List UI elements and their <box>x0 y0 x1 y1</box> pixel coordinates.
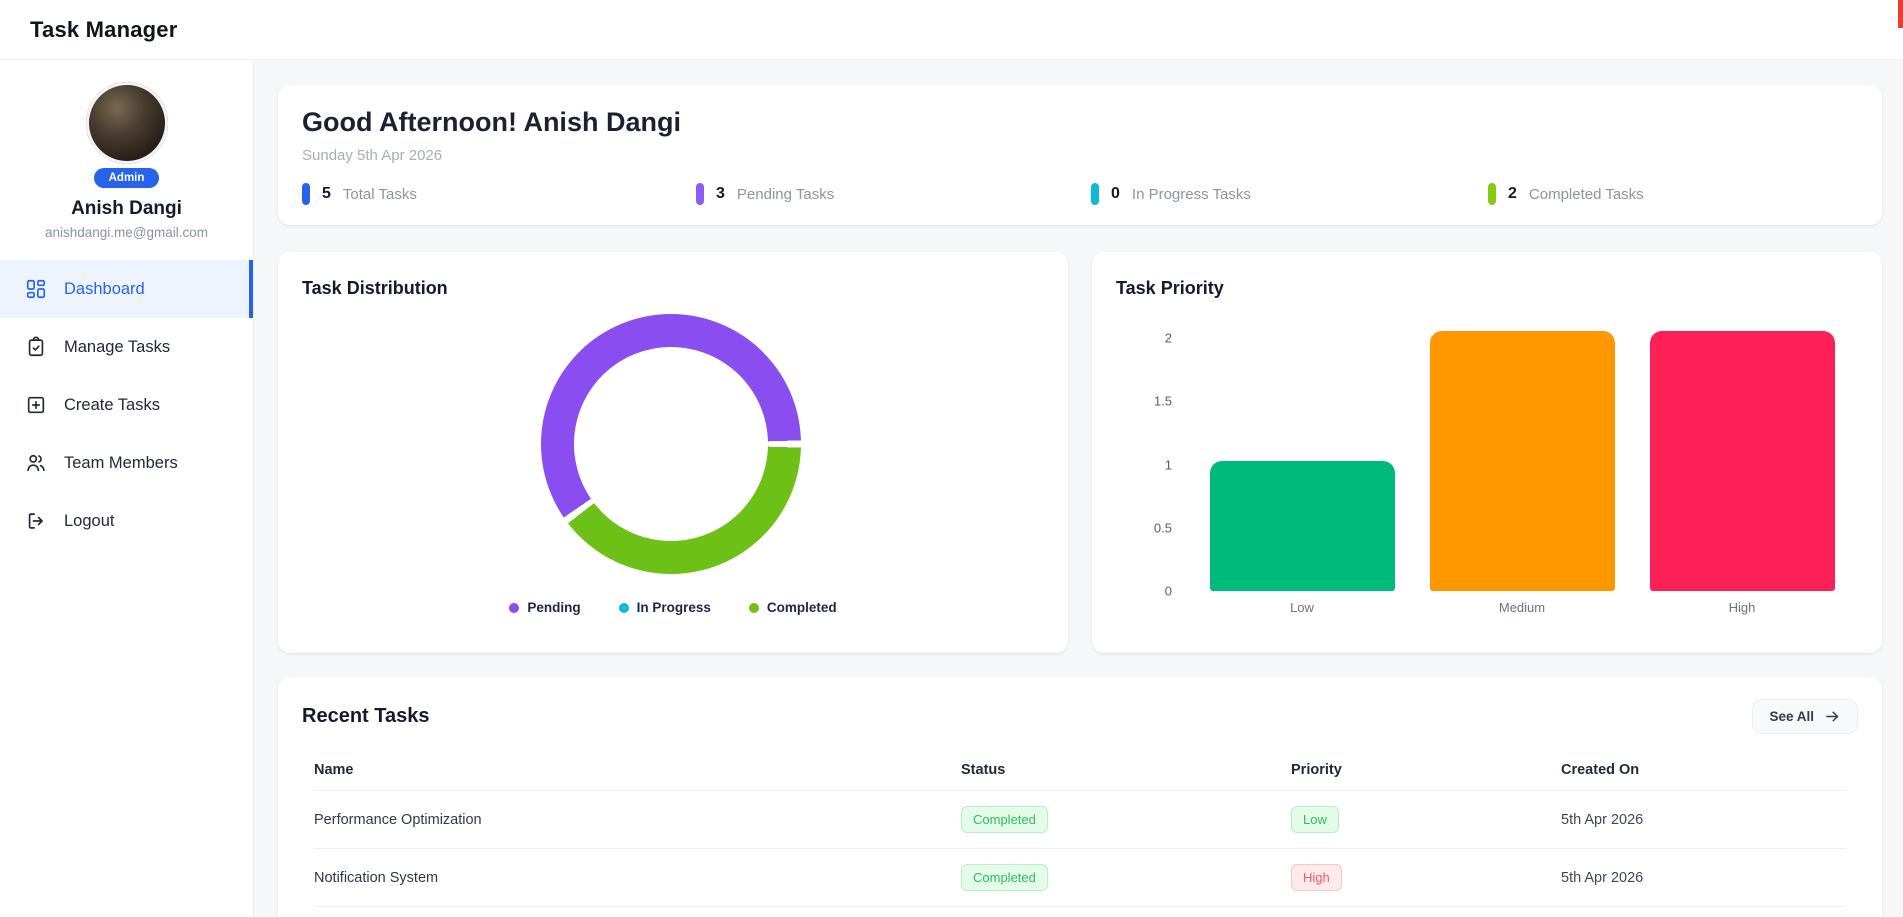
table-header-row: NameStatusPriorityCreated On <box>314 749 1846 791</box>
stat-label: Total Tasks <box>343 186 417 203</box>
sidebar-item-logout[interactable]: Logout <box>0 492 253 550</box>
recent-tasks-card: Recent Tasks See All NameStatusPriorityC… <box>278 677 1882 917</box>
scrollbar-thumb[interactable] <box>1898 0 1903 28</box>
stat-completed-tasks: 2 Completed Tasks <box>1488 183 1644 205</box>
stat-pending-tasks: 3 Pending Tasks <box>696 183 834 205</box>
profile-section: Admin Anish Dangi anishdangi.me@gmail.co… <box>0 60 253 240</box>
status-badge: Completed <box>961 864 1048 891</box>
sidebar-item-team-members[interactable]: Team Members <box>0 434 253 492</box>
task-name: Performance Optimization <box>314 812 961 828</box>
plus-square-icon <box>25 394 47 416</box>
priority-badge: High <box>1291 864 1342 891</box>
priority-title: Task Priority <box>1116 278 1224 299</box>
table-row[interactable]: Notification SystemCompleted High 5th Apr … <box>314 849 1846 907</box>
priority-badge: Low <box>1291 806 1339 833</box>
sidebar-item-create-tasks[interactable]: Create Tasks <box>0 376 253 434</box>
clipboard-check-icon <box>25 336 47 358</box>
role-badge: Admin <box>94 168 160 188</box>
task-status-cell: Completed <box>961 806 1291 833</box>
stat-label: Pending Tasks <box>737 186 834 203</box>
sidebar-item-label: Create Tasks <box>64 396 160 415</box>
column-header-created-on: Created On <box>1561 762 1846 778</box>
logout-icon <box>25 510 47 532</box>
stat-label: Completed Tasks <box>1529 186 1644 203</box>
see-all-button[interactable]: See All <box>1752 699 1858 734</box>
legend-dot <box>619 603 629 613</box>
stat-value: 5 <box>322 185 331 203</box>
app-header: Task Manager <box>0 0 1903 60</box>
stat-color-pill <box>1488 183 1496 205</box>
recent-tasks-header: Recent Tasks See All <box>302 699 1858 733</box>
y-axis-tick: 0 <box>1110 584 1172 599</box>
bar-medium <box>1430 331 1615 591</box>
bar-high <box>1650 331 1835 591</box>
task-priority-cell: High <box>1291 864 1561 891</box>
legend-label: In Progress <box>637 600 711 615</box>
status-badge: Completed <box>961 806 1048 833</box>
chart-legend: Pending In Progress Completed <box>278 600 1068 615</box>
donut-hole <box>574 347 768 541</box>
stat-color-pill <box>696 183 704 205</box>
greeting-date: Sunday 5th Apr 2026 <box>302 147 442 164</box>
column-header-priority: Priority <box>1291 762 1561 778</box>
user-email: anishdangi.me@gmail.com <box>0 225 253 240</box>
task-priority-cell: Low <box>1291 806 1561 833</box>
task-status-cell: Completed <box>961 864 1291 891</box>
stat-label: In Progress Tasks <box>1132 186 1251 203</box>
y-axis-tick: 2 <box>1110 331 1172 346</box>
user-name: Anish Dangi <box>0 198 253 220</box>
x-axis-label: Low <box>1192 600 1412 615</box>
legend-label: Pending <box>527 600 580 615</box>
stat-value: 2 <box>1508 185 1517 203</box>
legend-dot <box>749 603 759 613</box>
recent-tasks-title: Recent Tasks <box>302 705 429 728</box>
column-header-name: Name <box>314 762 961 778</box>
dashboard-icon <box>25 278 47 300</box>
table-row[interactable]: Performance OptimizationCompleted Low 5th … <box>314 791 1846 849</box>
legend-item-completed[interactable]: Completed <box>749 600 837 615</box>
see-all-label: See All <box>1769 709 1814 724</box>
stat-value: 3 <box>716 185 725 203</box>
task-created-on: 5th Apr 2026 <box>1561 812 1846 828</box>
stat-color-pill <box>1091 183 1099 205</box>
distribution-title: Task Distribution <box>302 278 448 299</box>
sidebar-item-label: Dashboard <box>64 280 145 299</box>
sidebar-item-label: Manage Tasks <box>64 338 170 357</box>
y-axis-tick: 1 <box>1110 457 1172 472</box>
legend-item-pending[interactable]: Pending <box>509 600 580 615</box>
x-axis-label: High <box>1632 600 1852 615</box>
legend-dot <box>509 603 519 613</box>
bar-low <box>1210 461 1395 591</box>
sidebar-item-label: Team Members <box>64 454 178 473</box>
sidebar-item-label: Logout <box>64 512 114 531</box>
column-header-status: Status <box>961 762 1291 778</box>
sidebar-nav: Dashboard Manage Tasks Create Tasks Team Me… <box>0 260 253 550</box>
y-axis-tick: 0.5 <box>1110 520 1172 535</box>
main-content: Good Afternoon! Anish Dangi Sunday 5th A… <box>254 60 1903 917</box>
distribution-donut-chart <box>541 314 801 574</box>
task-priority-card: Task Priority 0 0.5 1 1.5 2 LowMediumHigh <box>1092 252 1882 653</box>
stat-in-progress-tasks: 0 In Progress Tasks <box>1091 183 1251 205</box>
x-axis-label: Medium <box>1412 600 1632 615</box>
arrow-right-icon <box>1824 708 1841 725</box>
greeting-title: Good Afternoon! Anish Dangi <box>302 107 681 138</box>
users-icon <box>25 452 47 474</box>
greeting-card: Good Afternoon! Anish Dangi Sunday 5th A… <box>278 85 1882 225</box>
stat-value: 0 <box>1111 185 1120 203</box>
sidebar: Admin Anish Dangi anishdangi.me@gmail.co… <box>0 60 254 917</box>
task-created-on: 5th Apr 2026 <box>1561 870 1846 886</box>
sidebar-item-manage-tasks[interactable]: Manage Tasks <box>0 318 253 376</box>
task-name: Notification System <box>314 870 961 886</box>
stat-total-tasks: 5 Total Tasks <box>302 183 417 205</box>
y-axis-tick: 1.5 <box>1110 394 1172 409</box>
stat-color-pill <box>302 183 310 205</box>
recent-tasks-table: NameStatusPriorityCreated OnPerformance … <box>314 749 1846 907</box>
sidebar-item-dashboard[interactable]: Dashboard <box>0 260 253 318</box>
app-title: Task Manager <box>30 17 178 43</box>
legend-label: Completed <box>767 600 837 615</box>
legend-item-in-progress[interactable]: In Progress <box>619 600 711 615</box>
task-distribution-card: Task Distribution Pending In Progress Comp… <box>278 252 1068 653</box>
avatar <box>86 82 168 164</box>
